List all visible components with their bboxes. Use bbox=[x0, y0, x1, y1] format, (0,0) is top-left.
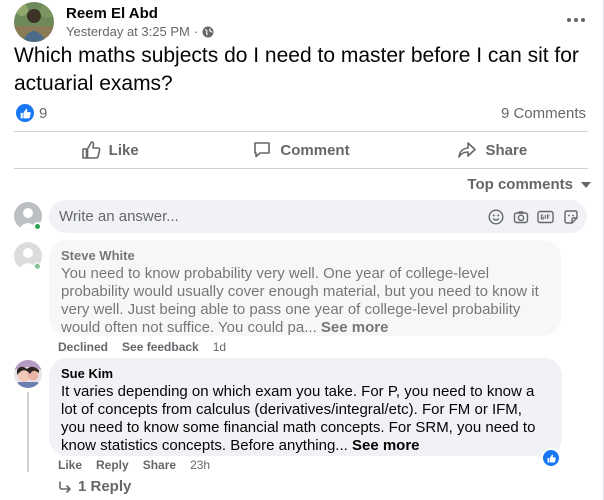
more-options-icon[interactable] bbox=[564, 10, 588, 30]
thread-line bbox=[27, 392, 29, 472]
comment-actions: Declined See feedback 1d bbox=[58, 340, 226, 354]
sticker-icon[interactable] bbox=[562, 208, 579, 225]
online-status-dot bbox=[33, 262, 42, 271]
camera-icon[interactable] bbox=[512, 208, 529, 225]
share-button[interactable]: Share bbox=[397, 135, 588, 165]
sort-label: Top comments bbox=[467, 176, 573, 193]
gif-icon[interactable] bbox=[537, 208, 554, 225]
action-bar: Like Comment Share bbox=[14, 135, 588, 165]
thumbs-up-icon bbox=[81, 141, 101, 159]
like-label: Like bbox=[108, 141, 139, 159]
share-label: Share bbox=[485, 141, 528, 159]
see-feedback-link[interactable]: See feedback bbox=[122, 340, 199, 354]
comment-time[interactable]: 1d bbox=[213, 340, 226, 354]
comment-label: Comment bbox=[280, 141, 350, 159]
comment-bubble: Steve White You need to know probability… bbox=[49, 240, 561, 336]
comment-count[interactable]: 9 Comments bbox=[501, 105, 586, 122]
chevron-down-icon bbox=[581, 181, 591, 188]
divider-bottom bbox=[14, 168, 588, 169]
replies-count: 1 Reply bbox=[78, 478, 132, 495]
comment-like-button[interactable]: Like bbox=[58, 458, 82, 472]
post-timestamp[interactable]: Yesterday at 3:25 PM bbox=[66, 24, 190, 39]
comment-actions: Like Reply Share 23h bbox=[58, 458, 210, 472]
author-avatar[interactable] bbox=[14, 2, 54, 42]
comment-body: You need to know probability very well. … bbox=[61, 265, 539, 336]
composer-tools bbox=[487, 208, 579, 225]
comment-time[interactable]: 23h bbox=[190, 458, 210, 472]
comment-reply-button[interactable]: Reply bbox=[96, 458, 129, 472]
commenter-avatar[interactable] bbox=[14, 360, 42, 388]
meta-separator: · bbox=[193, 24, 199, 39]
comment-body: It varies depending on which exam you ta… bbox=[61, 383, 536, 454]
declined-status: Declined bbox=[58, 340, 109, 354]
see-more-link[interactable]: See more bbox=[321, 319, 389, 336]
view-replies-link[interactable]: 1 Reply bbox=[58, 478, 131, 495]
comment-button[interactable]: Comment bbox=[205, 135, 396, 165]
comment-bubble: Sue Kim It varies depending on which exa… bbox=[49, 358, 562, 456]
divider-top bbox=[14, 131, 588, 132]
comment-like-reaction-icon[interactable] bbox=[541, 448, 561, 468]
comment-composer bbox=[49, 200, 587, 233]
comment-share-button[interactable]: Share bbox=[143, 458, 176, 472]
answer-input[interactable] bbox=[59, 200, 479, 233]
post-text: Which maths subjects do I need to master… bbox=[14, 44, 579, 95]
reaction-count[interactable]: 9 bbox=[39, 105, 47, 122]
comment-text: You need to know probability very well. … bbox=[61, 265, 549, 337]
like-button[interactable]: Like bbox=[14, 135, 205, 165]
share-icon bbox=[458, 142, 477, 158]
comment-author[interactable]: Steve White bbox=[61, 247, 549, 264]
post-header: Reem El Abd Yesterday at 3:25 PM · bbox=[14, 2, 594, 42]
comment-sort-dropdown[interactable]: Top comments bbox=[467, 176, 591, 193]
reactions-summary: 9 9 Comments bbox=[14, 102, 588, 124]
post-meta: Yesterday at 3:25 PM · bbox=[66, 24, 214, 39]
see-more-link[interactable]: See more bbox=[352, 437, 420, 454]
comment-text: It varies depending on which exam you ta… bbox=[61, 383, 550, 455]
emoji-icon[interactable] bbox=[487, 208, 504, 225]
globe-icon bbox=[202, 26, 214, 37]
comment-author[interactable]: Sue Kim bbox=[61, 365, 550, 382]
comment-icon bbox=[254, 142, 271, 158]
post-card: Reem El Abd Yesterday at 3:25 PM · Which… bbox=[0, 0, 604, 500]
like-reaction-icon[interactable] bbox=[16, 104, 34, 122]
reply-arrow-icon bbox=[59, 480, 71, 493]
online-status-dot bbox=[33, 222, 42, 231]
author-name[interactable]: Reem El Abd bbox=[66, 5, 158, 22]
